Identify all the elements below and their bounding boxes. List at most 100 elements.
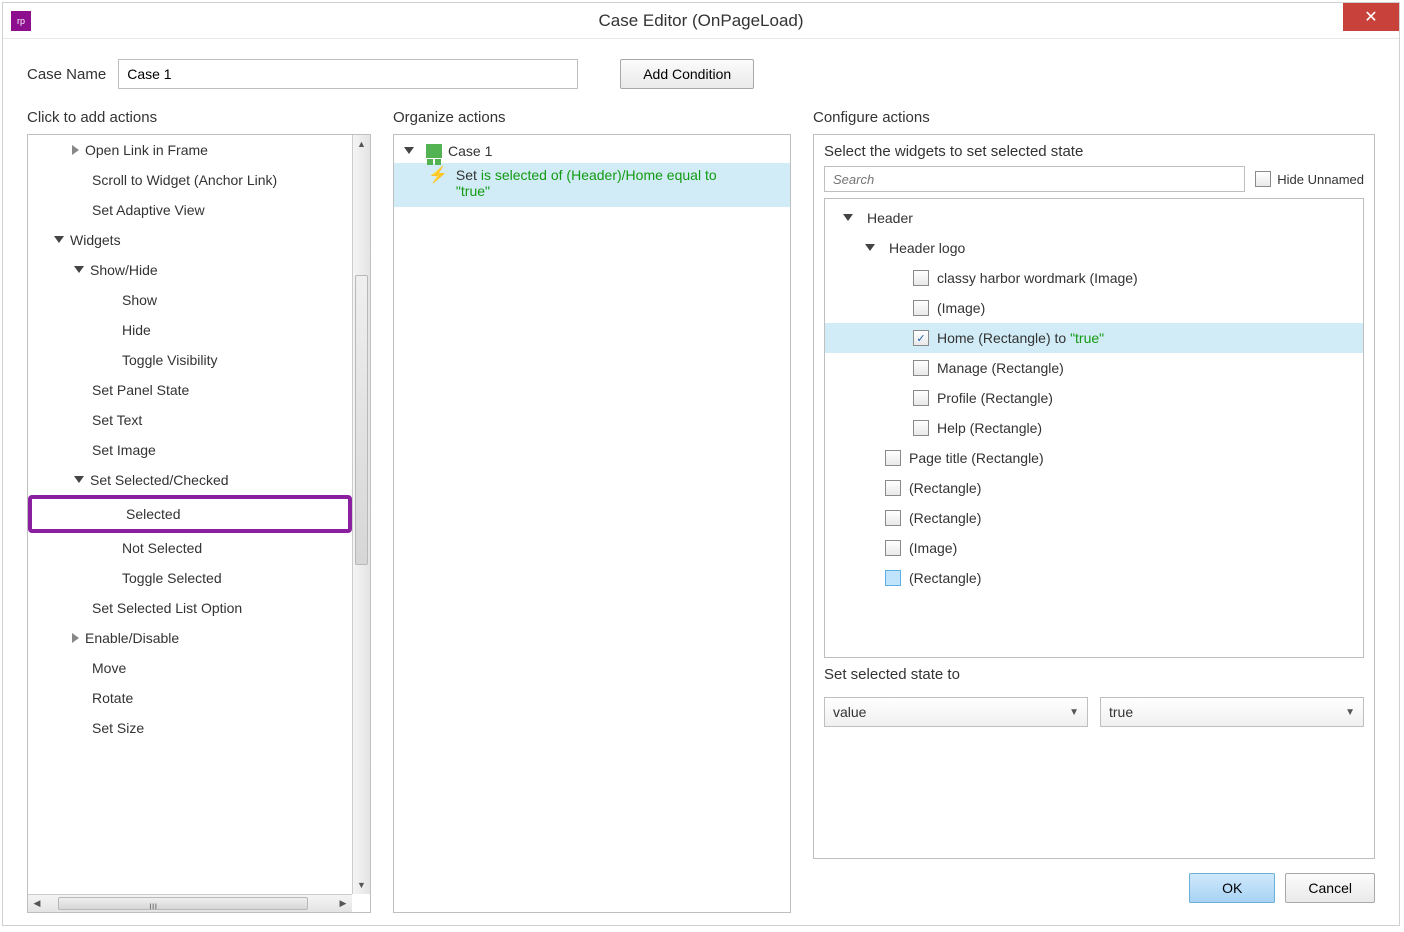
scroll-right-icon[interactable]: ▶ [334,895,352,912]
state-label: Set selected state to [824,666,1364,683]
tree-profile[interactable]: Profile (Rectangle) [825,383,1363,413]
action-hide[interactable]: Hide [28,315,352,345]
action-show[interactable]: Show [28,285,352,315]
action-show-hide[interactable]: Show/Hide [28,255,352,285]
actions-vertical-scrollbar[interactable]: ▲ ▼ [352,135,370,894]
cancel-button[interactable]: Cancel [1285,873,1375,903]
chevron-down-icon [54,236,64,243]
chevron-down-icon [74,476,84,483]
content: Case Name Add Condition Click to add act… [3,39,1399,925]
action-set-adaptive[interactable]: Set Adaptive View [28,195,352,225]
organize-action-text: Set is selected of (Header)/Home equal t… [456,167,717,199]
chevron-down-icon: ▼ [1345,707,1355,718]
checkbox[interactable] [913,420,929,436]
chevron-down-icon [74,266,84,273]
scroll-thumb-h[interactable]: ııı [58,897,308,910]
chevron-right-icon [72,145,79,155]
chevron-down-icon: ▼ [1069,707,1079,718]
ok-button[interactable]: OK [1189,873,1275,903]
tree-help[interactable]: Help (Rectangle) [825,413,1363,443]
add-condition-button[interactable]: Add Condition [620,59,754,89]
tree-image-1[interactable]: (Image) [825,293,1363,323]
action-open-link-frame[interactable]: Open Link in Frame [28,135,352,165]
selected-highlight: Selected [28,495,352,533]
lightning-icon: ⚡ [428,168,448,184]
tree-page-title[interactable]: Page title (Rectangle) [825,443,1363,473]
action-set-text[interactable]: Set Text [28,405,352,435]
checkbox[interactable] [913,270,929,286]
actions-tree[interactable]: Open Link in Frame Scroll to Widget (Anc… [28,135,352,894]
checkbox-focused[interactable] [885,570,901,586]
case-name-label: Case Name [27,66,106,83]
action-enable-disable[interactable]: Enable/Disable [28,623,352,653]
action-toggle-selected[interactable]: Toggle Selected [28,563,352,593]
organize-case[interactable]: Case 1 [394,135,790,163]
tree-wordmark[interactable]: classy harbor wordmark (Image) [825,263,1363,293]
tree-rect-1[interactable]: (Rectangle) [825,473,1363,503]
three-columns: Click to add actions Open Link in Frame … [27,109,1375,913]
checkbox[interactable] [885,480,901,496]
actions-column: Click to add actions Open Link in Frame … [27,109,371,913]
actions-title: Click to add actions [27,109,371,126]
action-not-selected[interactable]: Not Selected [28,533,352,563]
tree-rect-3[interactable]: (Rectangle) [825,563,1363,593]
scroll-down-icon[interactable]: ▼ [353,876,370,894]
actions-horizontal-scrollbar[interactable]: ◀ ııı ▶ [28,894,352,912]
action-scroll-widget[interactable]: Scroll to Widget (Anchor Link) [28,165,352,195]
tree-header[interactable]: Header [825,203,1363,233]
checkbox[interactable] [885,510,901,526]
scroll-left-icon[interactable]: ◀ [28,895,46,912]
hide-unnamed-option[interactable]: Hide Unnamed [1255,171,1364,187]
close-button[interactable]: ✕ [1343,3,1399,31]
configure-title: Configure actions [813,109,1375,126]
chevron-down-icon [865,244,875,251]
tree-rect-2[interactable]: (Rectangle) [825,503,1363,533]
state-type-select[interactable]: value▼ [824,697,1088,727]
state-value-select[interactable]: true▼ [1100,697,1364,727]
tree-manage[interactable]: Manage (Rectangle) [825,353,1363,383]
configure-column: Configure actions Select the widgets to … [813,109,1375,913]
action-set-panel-state[interactable]: Set Panel State [28,375,352,405]
organize-column: Organize actions Case 1 ⚡ Set is selecte… [393,109,791,913]
tree-home[interactable]: Home (Rectangle) to "true" [825,323,1363,353]
action-widgets[interactable]: Widgets [28,225,352,255]
action-move[interactable]: Move [28,653,352,683]
action-set-image[interactable]: Set Image [28,435,352,465]
case-name-row: Case Name Add Condition [27,59,1375,89]
dialog-footer: OK Cancel [813,859,1375,913]
checkbox[interactable] [913,390,929,406]
action-set-list-option[interactable]: Set Selected List Option [28,593,352,623]
tree-image-2[interactable]: (Image) [825,533,1363,563]
configure-panel: Select the widgets to set selected state… [813,134,1375,859]
checkbox[interactable] [913,360,929,376]
scroll-up-icon[interactable]: ▲ [353,135,370,153]
organize-title: Organize actions [393,109,791,126]
scroll-thumb[interactable] [355,275,368,565]
app-icon: rp [11,11,31,31]
organize-panel[interactable]: Case 1 ⚡ Set is selected of (Header)/Hom… [393,134,791,913]
case-name-input[interactable] [118,59,578,89]
chevron-down-icon [404,147,414,154]
hide-unnamed-checkbox[interactable] [1255,171,1271,187]
organize-case-label: Case 1 [448,143,492,159]
hide-unnamed-label: Hide Unnamed [1277,172,1364,187]
case-icon [426,144,442,158]
state-row: value▼ true▼ [824,697,1364,727]
chevron-down-icon [843,214,853,221]
checkbox[interactable] [885,450,901,466]
organize-action[interactable]: ⚡ Set is selected of (Header)/Home equal… [394,163,790,207]
action-toggle-visibility[interactable]: Toggle Visibility [28,345,352,375]
configure-top-row: Hide Unnamed [824,166,1364,192]
action-selected[interactable]: Selected [32,499,348,529]
configure-prompt: Select the widgets to set selected state [824,143,1364,160]
action-set-size[interactable]: Set Size [28,713,352,743]
widget-tree[interactable]: Header Header logo classy harbor wordmar… [824,198,1364,658]
actions-panel: Open Link in Frame Scroll to Widget (Anc… [27,134,371,913]
checkbox[interactable] [913,300,929,316]
action-rotate[interactable]: Rotate [28,683,352,713]
tree-header-logo[interactable]: Header logo [825,233,1363,263]
widget-search-input[interactable] [824,166,1245,192]
checkbox-checked[interactable] [913,330,929,346]
checkbox[interactable] [885,540,901,556]
action-set-selected-checked[interactable]: Set Selected/Checked [28,465,352,495]
